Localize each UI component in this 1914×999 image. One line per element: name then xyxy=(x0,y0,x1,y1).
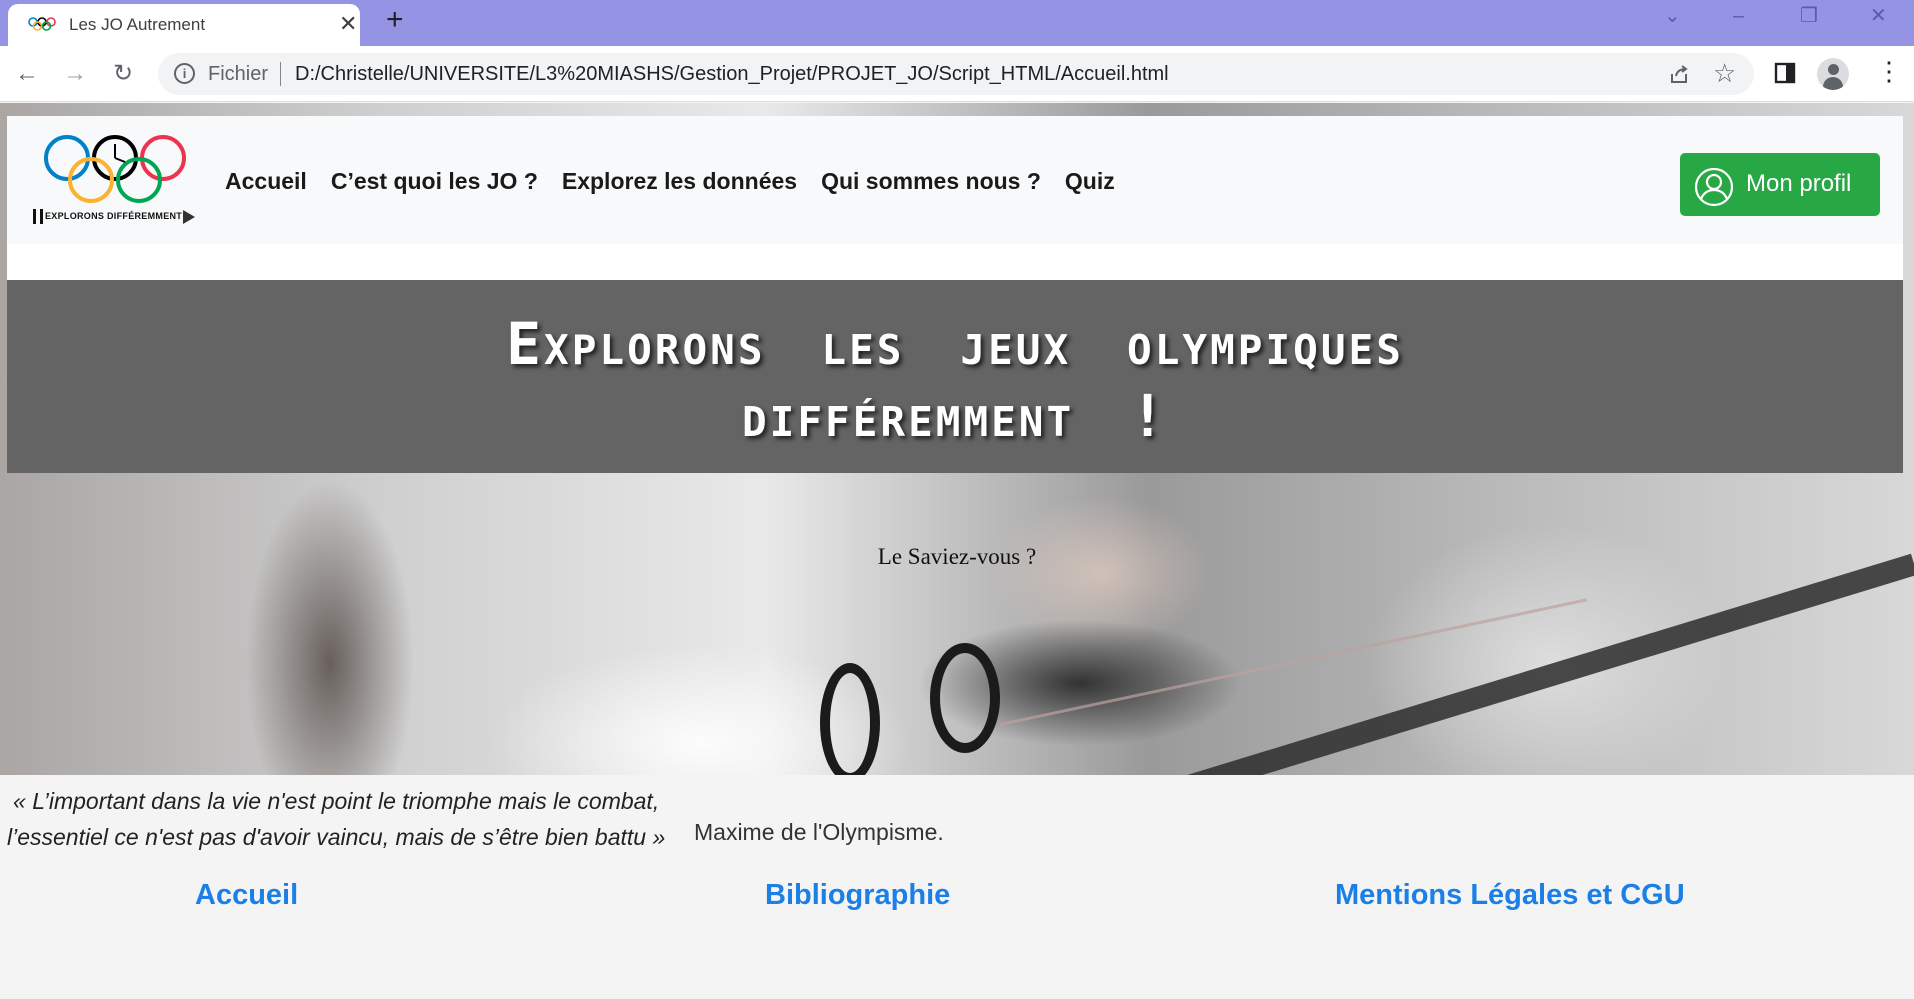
did-you-know-label: Le Saviez-vous ? xyxy=(877,544,1037,569)
nav-link-explorez-les-donnees[interactable]: Explorez les données xyxy=(562,168,797,195)
page-title: Explorons les jeux olympiques différemme… xyxy=(506,310,1404,450)
page-viewport: EXPLORONS DIFFÉREMMENT Accueil C’est quo… xyxy=(0,103,1914,999)
minimize-icon[interactable]: – xyxy=(1733,6,1744,26)
quote-line-1: « L’important dans la vie n'est point le… xyxy=(13,788,660,814)
olympic-rings-logo-icon xyxy=(44,135,186,203)
nav-link-accueil[interactable]: Accueil xyxy=(225,168,307,195)
archer-wristband xyxy=(820,663,880,783)
nav-link-qui-sommes-nous[interactable]: Qui sommes nous ? xyxy=(821,168,1041,195)
arrow-right-icon[interactable]: → xyxy=(60,59,90,89)
play-icon xyxy=(183,210,195,224)
user-circle-icon[interactable] xyxy=(1817,58,1849,90)
pause-icon xyxy=(33,209,43,224)
address-bar[interactable]: i Fichier D:/Christelle/UNIVERSITE/L3%20… xyxy=(158,53,1754,95)
new-tab-button[interactable]: + xyxy=(386,5,404,35)
avatar-body xyxy=(1823,77,1843,90)
avatar-head xyxy=(1828,64,1839,75)
url-text[interactable]: D:/Christelle/UNIVERSITE/L3%20MIASHS/Ges… xyxy=(295,63,1169,86)
arrow-left-icon[interactable]: ← xyxy=(12,59,42,89)
browser-toolbar: ← → ↻ i Fichier D:/Christelle/UNIVERSITE… xyxy=(0,46,1914,102)
info-icon[interactable]: i xyxy=(174,63,195,84)
side-panel-icon[interactable] xyxy=(1774,62,1796,84)
close-window-icon[interactable]: ✕ xyxy=(1870,6,1887,26)
star-icon[interactable]: ☆ xyxy=(1713,58,1736,89)
footer-link-bibliographie[interactable]: Bibliographie xyxy=(765,879,950,912)
main-nav: Accueil C’est quoi les JO ? Explorez les… xyxy=(225,168,1115,195)
url-scheme-label: Fichier xyxy=(208,63,269,85)
tab-title: Les JO Autrement xyxy=(69,15,206,34)
nav-link-cest-quoi-les-jo[interactable]: C’est quoi les JO ? xyxy=(331,168,538,195)
url-separator xyxy=(280,62,281,86)
site-navbar: EXPLORONS DIFFÉREMMENT Accueil C’est quo… xyxy=(7,116,1903,244)
restore-icon[interactable]: ❐ xyxy=(1800,6,1818,26)
site-logo[interactable]: EXPLORONS DIFFÉREMMENT xyxy=(31,128,199,236)
kebab-menu-icon[interactable]: ⋮ xyxy=(1876,56,1902,87)
archer-wristband xyxy=(930,643,1000,753)
browser-tab[interactable]: Les JO Autrement ✕ xyxy=(8,4,360,46)
profile-button[interactable]: Mon profil xyxy=(1680,153,1880,216)
olympic-rings-favicon-icon xyxy=(28,17,56,31)
header-spacer xyxy=(7,244,1903,280)
hero-banner: Explorons les jeux olympiques différemme… xyxy=(7,280,1903,473)
quote-line-2: l’essentiel ce n'est pas d'avoir vaincu,… xyxy=(7,824,666,850)
tab-close-icon[interactable]: ✕ xyxy=(339,13,357,35)
user-circle-icon xyxy=(1694,167,1734,207)
share-icon[interactable] xyxy=(1668,64,1690,86)
tab-search-chevron-icon[interactable]: ⌄ xyxy=(1664,6,1681,26)
reload-icon[interactable]: ↻ xyxy=(108,59,138,89)
footer-link-mentions-legales[interactable]: Mentions Légales et CGU xyxy=(1335,879,1685,912)
footer-link-accueil[interactable]: Accueil xyxy=(195,879,298,912)
footer-area: « L’important dans la vie n'est point le… xyxy=(0,775,1914,999)
olympic-quote: « L’important dans la vie n'est point le… xyxy=(7,783,665,855)
quote-author: Maxime de l'Olympisme. xyxy=(694,819,944,845)
nav-link-quiz[interactable]: Quiz xyxy=(1065,168,1115,195)
profile-button-label: Mon profil xyxy=(1746,170,1852,197)
browser-tab-bar: Les JO Autrement ✕ + ⌄ – ❐ ✕ xyxy=(0,0,1914,46)
logo-tagline: EXPLORONS DIFFÉREMMENT xyxy=(45,211,183,221)
